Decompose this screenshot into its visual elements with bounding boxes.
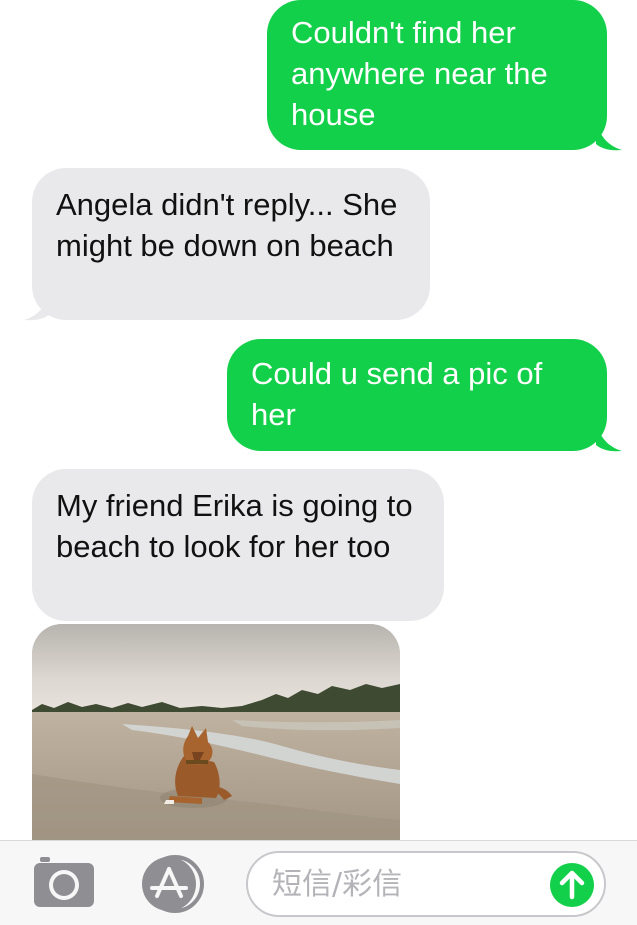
dog-on-beach-photo	[32, 624, 400, 840]
camera-icon[interactable]	[32, 857, 96, 909]
message-text: My friend Erika is going to beach to loo…	[56, 488, 413, 564]
photo-message-bubble[interactable]	[32, 624, 400, 840]
message-text: Couldn't find her anywhere near the hous…	[291, 15, 548, 132]
compose-bar: 短信/彩信	[0, 840, 637, 925]
bubble-tail-icon	[596, 423, 622, 452]
message-text: Could u send a pic of her	[251, 356, 543, 432]
message-input-placeholder: 短信/彩信	[272, 867, 403, 902]
arrow-up-icon	[559, 870, 585, 900]
message-input[interactable]: 短信/彩信	[246, 851, 606, 917]
bubble-tail-icon	[24, 292, 50, 321]
bubble-tail-icon	[596, 122, 622, 151]
message-thread: Couldn't find her anywhere near the hous…	[0, 0, 637, 840]
received-message-bubble[interactable]: Angela didn't reply... She might be down…	[32, 168, 430, 320]
send-button[interactable]	[550, 863, 594, 907]
received-message-bubble[interactable]: My friend Erika is going to beach to loo…	[32, 469, 444, 621]
sent-message-bubble[interactable]: Couldn't find her anywhere near the hous…	[267, 0, 607, 150]
sent-message-bubble[interactable]: Could u send a pic of her	[227, 339, 607, 451]
message-text: Angela didn't reply... She might be down…	[56, 187, 398, 263]
app-store-icon[interactable]	[138, 855, 210, 913]
